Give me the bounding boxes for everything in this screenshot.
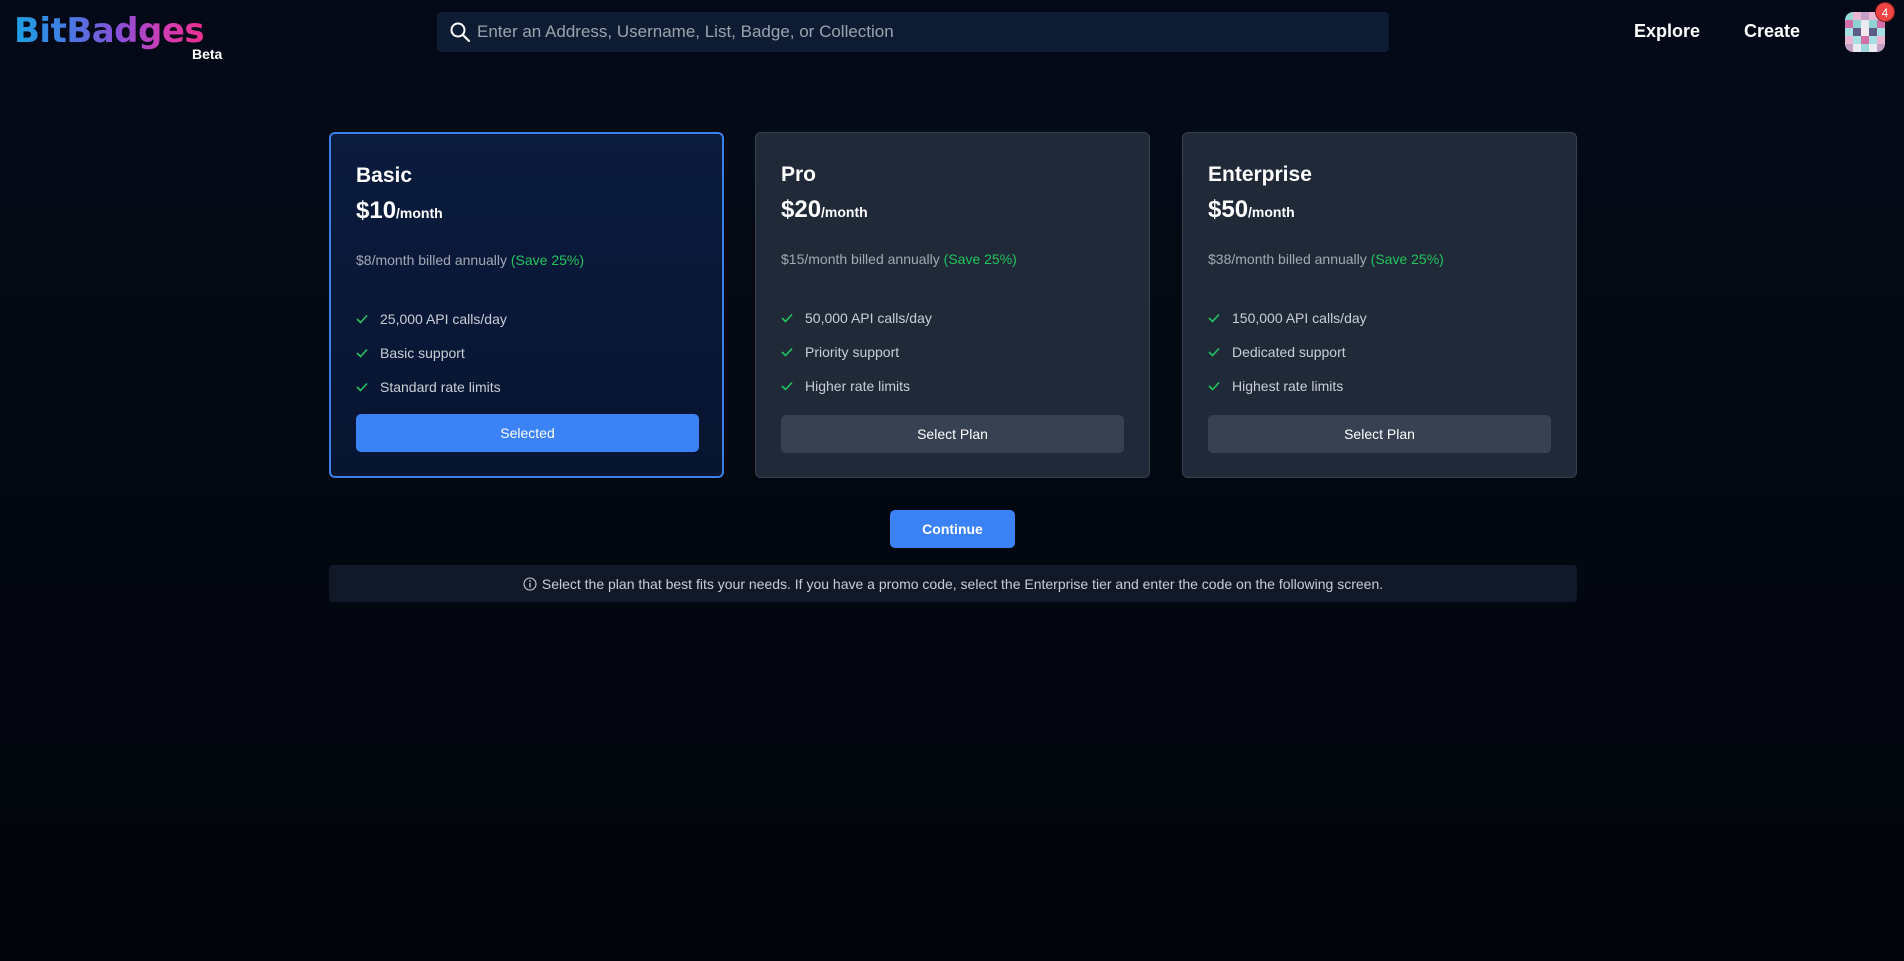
- feature-text: 150,000 API calls/day: [1232, 310, 1367, 326]
- feature-text: 25,000 API calls/day: [380, 311, 507, 327]
- plan-name: Enterprise: [1208, 163, 1312, 186]
- save-badge: (Save 25%): [1370, 251, 1444, 267]
- beta-label: Beta: [192, 46, 223, 62]
- info-icon: [523, 576, 537, 591]
- price-period: /month: [396, 205, 443, 221]
- info-bar: Select the plan that best fits your need…: [329, 565, 1577, 602]
- plan-name: Pro: [781, 163, 817, 186]
- feature-list: 25,000 API calls/day Basic support Stand…: [356, 302, 507, 404]
- check-icon: [1208, 381, 1220, 391]
- search-icon: [449, 21, 471, 43]
- continue-button[interactable]: Continue: [890, 510, 1015, 548]
- bitbadges-logo[interactable]: BitBadges Beta: [14, 10, 222, 62]
- plan-card-basic[interactable]: Basic $10/month $8/month billed annually…: [329, 132, 724, 478]
- feature-item: Highest rate limits: [1208, 369, 1367, 403]
- annual-text: $15/month billed annually: [781, 251, 940, 267]
- check-icon: [356, 348, 368, 358]
- annual-text: $8/month billed annually: [356, 252, 507, 268]
- selected-plan-button[interactable]: Selected: [356, 414, 699, 452]
- plan-price: $50/month: [1208, 196, 1295, 224]
- logo-text[interactable]: BitBadges: [14, 11, 205, 51]
- check-icon: [1208, 313, 1220, 323]
- top-navbar: BitBadges Beta Explore Create 4: [0, 0, 1904, 66]
- check-icon: [1208, 347, 1220, 357]
- feature-item: 25,000 API calls/day: [356, 302, 507, 336]
- plan-price: $10/month: [356, 197, 443, 225]
- feature-item: Basic support: [356, 336, 507, 370]
- feature-item: Standard rate limits: [356, 370, 507, 404]
- search-input[interactable]: [477, 12, 1389, 52]
- save-badge: (Save 25%): [943, 251, 1017, 267]
- notification-badge[interactable]: 4: [1875, 2, 1895, 22]
- plan-card-enterprise[interactable]: Enterprise $50/month $38/month billed an…: [1182, 132, 1577, 478]
- feature-text: Dedicated support: [1232, 344, 1346, 360]
- check-icon: [356, 314, 368, 324]
- check-icon: [781, 347, 793, 357]
- save-badge: (Save 25%): [510, 252, 585, 268]
- annual-price: $15/month billed annually (Save 25%): [781, 251, 1017, 267]
- price-amount: $20: [781, 196, 822, 223]
- feature-list: 150,000 API calls/day Dedicated support …: [1208, 301, 1367, 403]
- check-icon: [781, 313, 793, 323]
- feature-item: 50,000 API calls/day: [781, 301, 932, 335]
- select-plan-button[interactable]: Select Plan: [1208, 415, 1551, 453]
- annual-text: $38/month billed annually: [1208, 251, 1367, 267]
- feature-text: Higher rate limits: [805, 378, 911, 394]
- price-period: /month: [821, 204, 868, 220]
- check-icon: [781, 381, 793, 391]
- feature-text: Priority support: [805, 344, 900, 360]
- feature-text: 50,000 API calls/day: [805, 310, 932, 326]
- feature-text: Highest rate limits: [1232, 378, 1344, 394]
- feature-text: Basic support: [380, 345, 465, 361]
- feature-item: Dedicated support: [1208, 335, 1367, 369]
- price-amount: $50: [1208, 196, 1249, 223]
- annual-price: $8/month billed annually (Save 25%): [356, 252, 584, 268]
- search-bar[interactable]: [437, 12, 1389, 52]
- plan-name: Basic: [356, 164, 413, 187]
- nav-explore[interactable]: Explore: [1634, 21, 1700, 42]
- info-text: Select the plan that best fits your need…: [541, 575, 1384, 592]
- feature-item: Higher rate limits: [781, 369, 932, 403]
- feature-item: 150,000 API calls/day: [1208, 301, 1367, 335]
- nav-create[interactable]: Create: [1744, 21, 1800, 42]
- price-amount: $10: [356, 197, 397, 224]
- plan-card-pro[interactable]: Pro $20/month $15/month billed annually …: [755, 132, 1150, 478]
- select-plan-button[interactable]: Select Plan: [781, 415, 1124, 453]
- check-icon: [356, 382, 368, 392]
- feature-text: Standard rate limits: [380, 379, 501, 395]
- price-period: /month: [1248, 204, 1295, 220]
- feature-item: Priority support: [781, 335, 932, 369]
- annual-price: $38/month billed annually (Save 25%): [1208, 251, 1444, 267]
- feature-list: 50,000 API calls/day Priority support Hi…: [781, 301, 932, 403]
- plan-price: $20/month: [781, 196, 868, 224]
